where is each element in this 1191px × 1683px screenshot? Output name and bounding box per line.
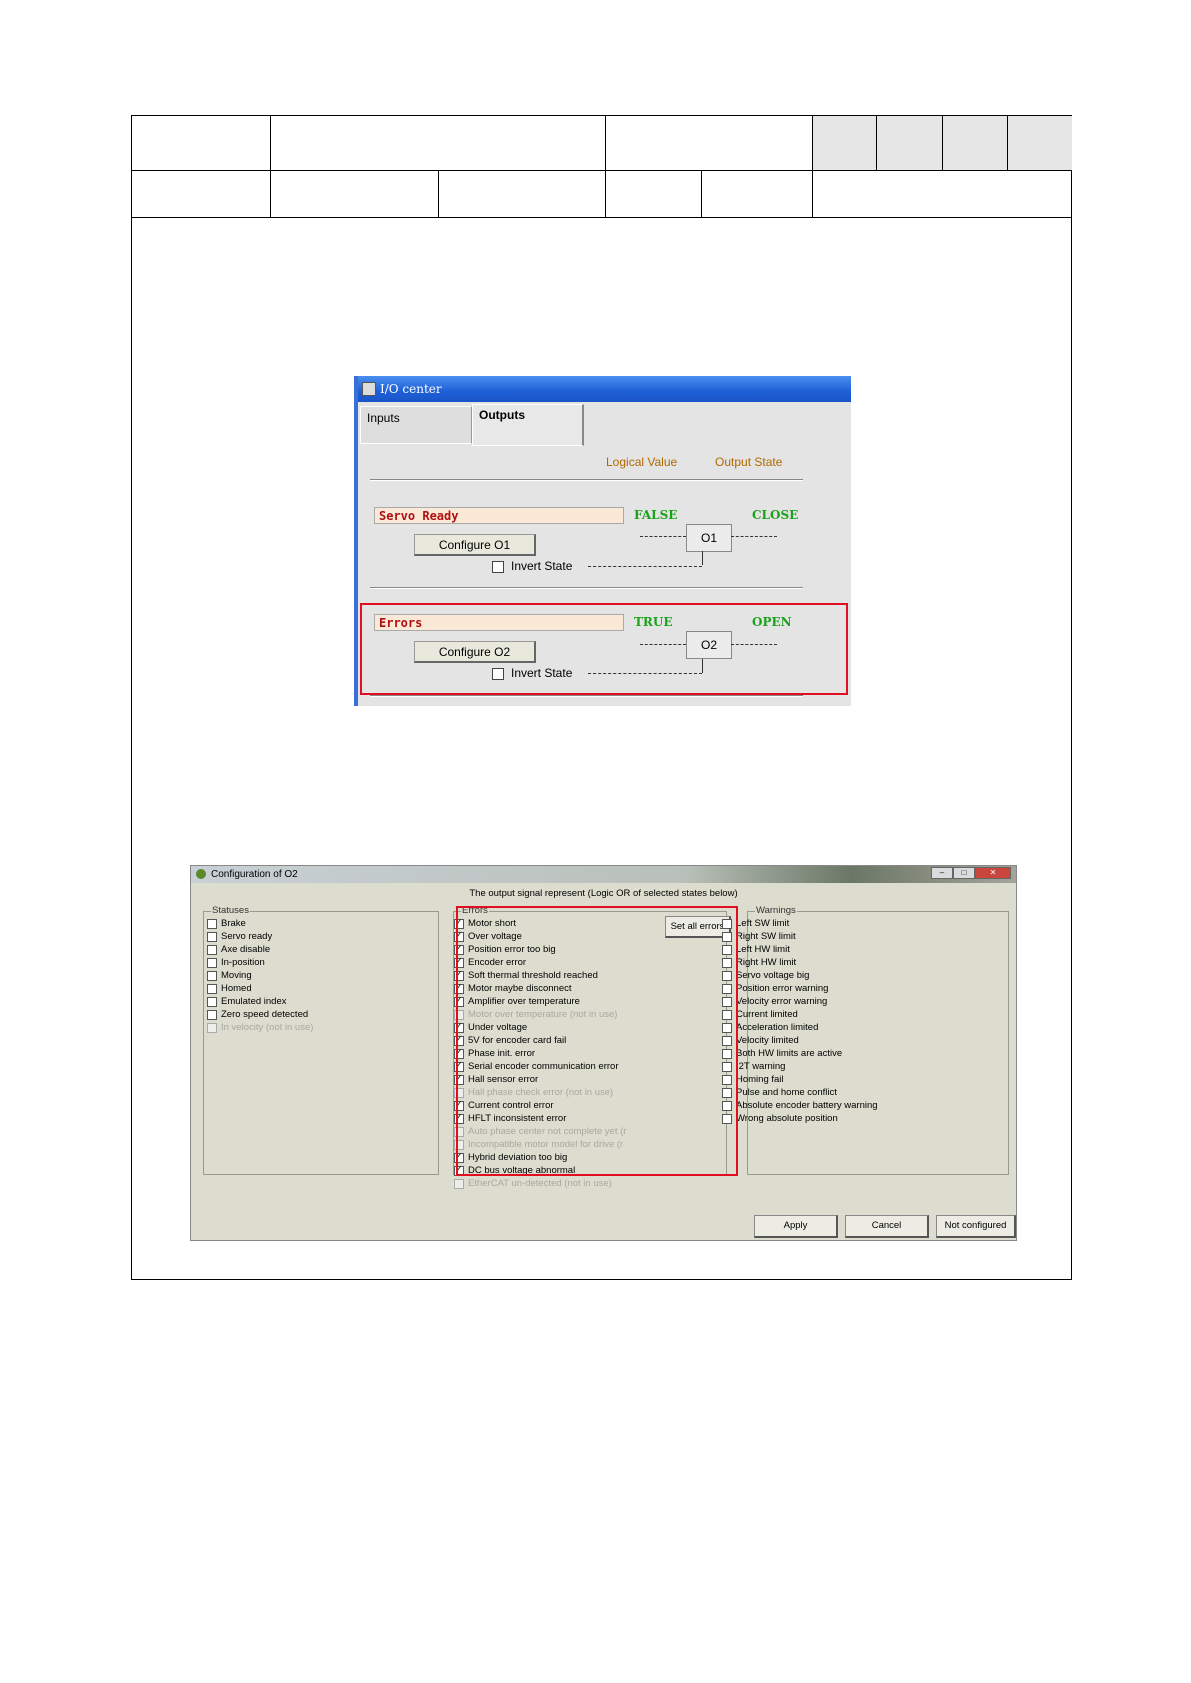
errors-checkbox xyxy=(454,1179,464,1189)
statuses-checkbox[interactable] xyxy=(207,958,217,968)
configure-o1-button[interactable]: Configure O1 xyxy=(414,534,536,556)
divider xyxy=(370,587,803,589)
output-box-o1: O1 xyxy=(686,524,732,552)
warnings-label: Warnings xyxy=(755,905,797,916)
header-cell xyxy=(132,116,271,171)
gear-icon xyxy=(196,869,206,879)
header-cell xyxy=(439,171,606,218)
warnings-item-label: Pulse and home conflict xyxy=(736,1087,837,1098)
warnings-item-label: Acceleration limited xyxy=(736,1022,819,1033)
statuses-item-label: Brake xyxy=(221,918,246,929)
highlight-box xyxy=(360,603,848,695)
tab-outputs[interactable]: Outputs xyxy=(472,404,584,446)
header-cell xyxy=(1008,116,1072,171)
cancel-button[interactable]: Cancel xyxy=(845,1215,929,1238)
header-cell xyxy=(132,171,271,218)
statuses-label: Statuses xyxy=(211,905,250,916)
maximize-button[interactable]: □ xyxy=(953,867,975,879)
highlight-box xyxy=(456,906,738,1176)
header-cell xyxy=(702,171,813,218)
dialog-titlebar: Configuration of O2 – □ ✕ xyxy=(191,866,1016,883)
connector-line xyxy=(702,551,703,565)
apply-button[interactable]: Apply xyxy=(754,1215,838,1238)
warnings-item-label: Wrong absolute position xyxy=(736,1113,838,1124)
statuses-item-label: In velocity (not in use) xyxy=(221,1022,314,1033)
warnings-item-label: Velocity error warning xyxy=(736,996,828,1007)
output-state: CLOSE xyxy=(752,508,799,522)
statuses-checkbox[interactable] xyxy=(207,1010,217,1020)
statuses-item-label: Moving xyxy=(221,970,252,981)
divider xyxy=(370,695,803,697)
warnings-item-label: Left SW limit xyxy=(736,918,790,929)
signal-name-field[interactable]: Servo Ready xyxy=(374,507,624,524)
connector-line xyxy=(588,566,702,567)
header-cell xyxy=(271,116,606,171)
column-output-state: Output State xyxy=(715,455,783,469)
invert-state-checkbox[interactable] xyxy=(492,561,504,573)
io-center-titlebar: I/O center xyxy=(358,376,851,402)
configuration-dialog: Configuration of O2 – □ ✕ The output sig… xyxy=(190,865,1017,1241)
statuses-item-label: Servo ready xyxy=(221,931,273,942)
dialog-subtitle: The output signal represent (Logic OR of… xyxy=(469,888,738,899)
warnings-item-label: Both HW limits are active xyxy=(736,1048,843,1059)
header-cell xyxy=(606,171,702,218)
warnings-item-label: Velocity limited xyxy=(736,1035,799,1046)
warnings-item-label: Right SW limit xyxy=(736,931,796,942)
logical-value: FALSE xyxy=(634,508,678,522)
statuses-item-label: Emulated index xyxy=(221,996,287,1007)
io-center-window: I/O center Inputs Outputs Logical Value … xyxy=(354,376,851,706)
statuses-item-label: Axe disable xyxy=(221,944,271,955)
errors-item-label: EtherCAT un-detected (not in use) xyxy=(468,1178,612,1189)
not-configured-button[interactable]: Not configured xyxy=(936,1215,1016,1238)
window-icon xyxy=(362,382,376,396)
warnings-item-label: Absolute encoder battery warning xyxy=(736,1100,878,1111)
statuses-checkbox[interactable] xyxy=(207,919,217,929)
header-cell xyxy=(813,116,877,171)
statuses-item-label: In-position xyxy=(221,957,265,968)
io-center-title: I/O center xyxy=(380,382,442,396)
statuses-checkbox[interactable] xyxy=(207,984,217,994)
tab-inputs[interactable]: Inputs xyxy=(360,406,472,444)
invert-state-label: Invert State xyxy=(511,559,573,573)
header-cell xyxy=(606,116,813,171)
statuses-checkbox[interactable] xyxy=(207,945,217,955)
warnings-item-label: Position error warning xyxy=(736,983,829,994)
dialog-title: Configuration of O2 xyxy=(211,869,298,880)
warnings-item-label: Homing fail xyxy=(736,1074,784,1085)
warnings-item-label: I2T warning xyxy=(736,1061,786,1072)
divider xyxy=(370,479,803,481)
column-logical-value: Logical Value xyxy=(606,455,678,469)
statuses-checkbox[interactable] xyxy=(207,971,217,981)
statuses-item-label: Zero speed detected xyxy=(221,1009,309,1020)
warnings-item-label: Right HW limit xyxy=(736,957,797,968)
close-button[interactable]: ✕ xyxy=(975,867,1011,879)
statuses-checkbox[interactable] xyxy=(207,932,217,942)
connector-line xyxy=(731,536,777,537)
connector-line xyxy=(640,536,686,537)
header-cell xyxy=(813,171,1072,218)
warnings-item-label: Left HW limit xyxy=(736,944,790,955)
statuses-checkbox[interactable] xyxy=(207,997,217,1007)
minimize-button[interactable]: – xyxy=(931,867,953,879)
header-cell xyxy=(877,116,943,171)
warnings-item-label: Current limited xyxy=(736,1009,798,1020)
warnings-item-label: Servo voltage big xyxy=(736,970,810,981)
header-cell xyxy=(943,116,1008,171)
header-cell xyxy=(271,171,439,218)
statuses-checkbox xyxy=(207,1023,217,1033)
statuses-item-label: Homed xyxy=(221,983,252,994)
